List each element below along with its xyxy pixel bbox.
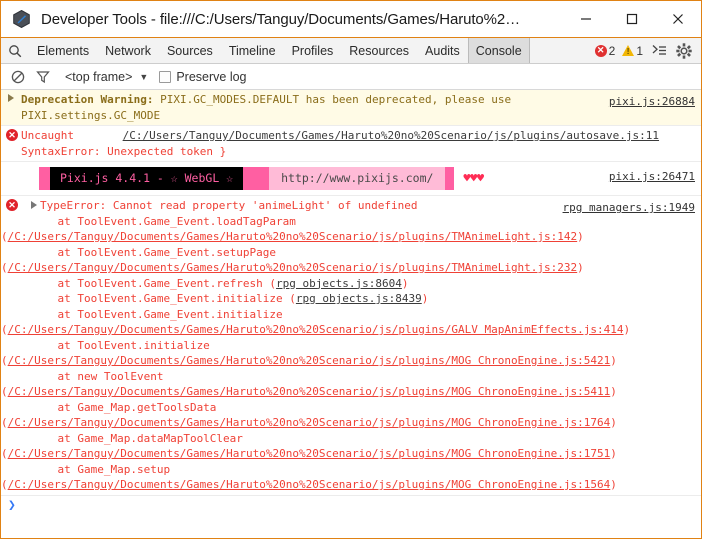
tab-audits[interactable]: Audits bbox=[417, 38, 468, 63]
tab-network[interactable]: Network bbox=[97, 38, 159, 63]
stack-frame-function: at ToolEvent.Game_Event.refresh bbox=[31, 276, 270, 290]
preserve-log-checkbox[interactable] bbox=[159, 70, 172, 83]
stack-frame: at ToolEvent.Game_Event.loadTagParam bbox=[31, 214, 695, 230]
stack-frame-path-line: (/C:/Users/Tanguy/Documents/Games/Haruto… bbox=[1, 385, 617, 398]
prompt-caret-icon: ❯ bbox=[8, 497, 16, 513]
source-link[interactable]: pixi.js:26884 bbox=[609, 94, 695, 110]
banner-pink-left bbox=[39, 167, 50, 190]
warning-count-badge[interactable]: 1 bbox=[620, 44, 645, 58]
console-filter-bar: <top frame> ▼ Preserve log bbox=[1, 64, 701, 90]
error-count-badge[interactable]: ✕ 2 bbox=[593, 44, 618, 58]
stack-frame-link[interactable]: /C:/Users/Tanguy/Documents/Games/Haruto%… bbox=[8, 230, 578, 243]
stack-frame-function: at ToolEvent.Game_Event.initialize bbox=[31, 292, 290, 305]
stack-frame-function: at ToolEvent.Game_Event.setupPage bbox=[31, 245, 277, 259]
banner-url-text: http://www.pixijs.com/ bbox=[269, 167, 446, 190]
maximize-button[interactable] bbox=[609, 1, 655, 37]
pixi-banner: Pixi.js 4.4.1 - ☆ WebGL ☆ http://www.pix… bbox=[39, 167, 695, 190]
error-detail-line: SyntaxError: Unexpected token } bbox=[21, 144, 227, 158]
banner-hearts-icon: ♥♥♥ bbox=[463, 170, 484, 185]
devtools-window: Developer Tools - file:///C:/Users/Tangu… bbox=[0, 0, 702, 539]
stack-frame-path-line: (/C:/Users/Tanguy/Documents/Games/Haruto… bbox=[1, 354, 617, 367]
stack-frame-path-line: (/C:/Users/Tanguy/Documents/Games/Haruto… bbox=[1, 478, 617, 491]
stack-frame: at ToolEvent.initialize bbox=[31, 338, 695, 354]
error-label: Uncaught bbox=[21, 129, 74, 142]
stack-frame-link[interactable]: /C:/Users/Tanguy/Documents/Games/Haruto%… bbox=[8, 323, 624, 336]
banner-version-text: Pixi.js 4.4.1 - ☆ WebGL ☆ bbox=[50, 167, 244, 190]
tab-console[interactable]: Console bbox=[467, 38, 530, 63]
stack-frame: at new ToolEvent bbox=[31, 369, 695, 385]
chevron-down-icon[interactable]: ▼ bbox=[139, 72, 148, 82]
stack-frame: at Game_Map.dataMapToolClear bbox=[31, 431, 695, 447]
stack-frame-function: at Game_Map.getToolsData bbox=[31, 400, 217, 414]
window-title: Developer Tools - file:///C:/Users/Tangu… bbox=[41, 10, 521, 28]
error-source-link[interactable]: /C:/Users/Tanguy/Documents/Games/Haruto%… bbox=[123, 129, 659, 142]
title-bar: Developer Tools - file:///C:/Users/Tangu… bbox=[1, 1, 701, 38]
filter-icon[interactable] bbox=[32, 66, 54, 88]
tab-profiles[interactable]: Profiles bbox=[284, 38, 342, 63]
tab-timeline[interactable]: Timeline bbox=[221, 38, 284, 63]
stack-frame-link[interactable]: /C:/Users/Tanguy/Documents/Games/Haruto%… bbox=[8, 385, 611, 398]
stack-frame-link[interactable]: rpg objects.js:8604 bbox=[276, 277, 402, 290]
window-controls bbox=[563, 1, 701, 37]
stack-frame: at Game_Map.getToolsData bbox=[31, 400, 695, 416]
banner-pink-middle bbox=[243, 167, 270, 190]
warning-text: PIXI.GC_MODES.DEFAULT has been deprecate… bbox=[153, 93, 512, 106]
devtools-app-icon bbox=[13, 10, 30, 28]
source-link[interactable]: pixi.js:26471 bbox=[609, 169, 695, 185]
console-message-warning[interactable]: Deprecation Warning: PIXI.GC_MODES.DEFAU… bbox=[1, 90, 701, 126]
stack-frame: at ToolEvent.Game_Event.setupPage bbox=[31, 245, 695, 261]
stack-frame-function: at ToolEvent.Game_Event.loadTagParam bbox=[31, 214, 296, 228]
error-count-value: 2 bbox=[608, 43, 616, 58]
stack-frame-link[interactable]: /C:/Users/Tanguy/Documents/Games/Haruto%… bbox=[8, 354, 611, 367]
stack-frame-path-line: (/C:/Users/Tanguy/Documents/Games/Haruto… bbox=[1, 323, 631, 336]
stack-frame-link[interactable]: /C:/Users/Tanguy/Documents/Games/Haruto%… bbox=[8, 478, 611, 491]
stack-frame-link[interactable]: /C:/Users/Tanguy/Documents/Games/Haruto%… bbox=[8, 416, 611, 429]
stack-frame-path-line: (/C:/Users/Tanguy/Documents/Games/Haruto… bbox=[1, 416, 617, 429]
preserve-log-toggle[interactable]: Preserve log bbox=[159, 69, 247, 84]
expand-arrow-icon[interactable] bbox=[31, 201, 37, 209]
stack-frame-function: at new ToolEvent bbox=[31, 369, 164, 383]
stack-frame: at ToolEvent.Game_Event.initialize (rpg … bbox=[31, 292, 429, 305]
stack-frame-function: at ToolEvent.initialize bbox=[31, 338, 210, 352]
error-headline: TypeError: Cannot read property 'animeLi… bbox=[40, 199, 418, 212]
tab-strip-status: ✕ 2 1 bbox=[593, 38, 701, 63]
toggle-drawer-icon[interactable] bbox=[648, 40, 670, 62]
devtools-tab-strip: Elements Network Sources Timeline Profil… bbox=[1, 38, 701, 64]
tab-sources[interactable]: Sources bbox=[159, 38, 221, 63]
stack-frame-path-line: (/C:/Users/Tanguy/Documents/Games/Haruto… bbox=[1, 230, 584, 243]
console-message-pixi-banner[interactable]: pixi.js:26471 Pixi.js 4.4.1 - ☆ WebGL ☆ … bbox=[1, 162, 701, 196]
tab-resources[interactable]: Resources bbox=[341, 38, 417, 63]
minimize-button[interactable] bbox=[563, 1, 609, 37]
execution-context-label[interactable]: <top frame> bbox=[65, 70, 132, 84]
stack-frame: at ToolEvent.Game_Event.refresh (rpg obj… bbox=[31, 276, 409, 290]
warning-bold-prefix: Deprecation Warning: bbox=[21, 93, 154, 106]
preserve-log-label: Preserve log bbox=[176, 69, 247, 84]
close-button[interactable] bbox=[655, 1, 701, 37]
warning-text-line2: PIXI.settings.GC_MODE bbox=[21, 108, 161, 122]
tab-elements[interactable]: Elements bbox=[29, 38, 97, 63]
stack-frame-function: at Game_Map.setup bbox=[31, 462, 171, 476]
stack-frame-path-line: (/C:/Users/Tanguy/Documents/Games/Haruto… bbox=[1, 261, 584, 274]
tab-list: Elements Network Sources Timeline Profil… bbox=[29, 38, 593, 63]
stack-frame-function: at ToolEvent.Game_Event.initialize bbox=[31, 307, 283, 321]
source-link[interactable]: rpg managers.js:1949 bbox=[563, 200, 695, 216]
stack-frame-function: at Game_Map.dataMapToolClear bbox=[31, 431, 243, 445]
stack-frame-path-line: (/C:/Users/Tanguy/Documents/Games/Haruto… bbox=[1, 447, 617, 460]
stack-frame-link[interactable]: /C:/Users/Tanguy/Documents/Games/Haruto%… bbox=[8, 261, 578, 274]
console-message-list[interactable]: Deprecation Warning: PIXI.GC_MODES.DEFAU… bbox=[1, 90, 701, 538]
gear-icon[interactable] bbox=[673, 40, 695, 62]
warning-count-value: 1 bbox=[636, 43, 643, 58]
banner-pink-right bbox=[445, 167, 455, 190]
error-icon: ✕ bbox=[594, 44, 607, 57]
console-prompt[interactable]: ❯ bbox=[1, 496, 701, 514]
stack-frame-link[interactable]: /C:/Users/Tanguy/Documents/Games/Haruto%… bbox=[8, 447, 611, 460]
console-message-error-uncaught[interactable]: ✕ Uncaught /C:/Users/Tanguy/Documents/Ga… bbox=[1, 126, 701, 162]
warning-icon bbox=[622, 45, 635, 56]
console-message-error-stack[interactable]: ✕ TypeError: Cannot read property 'anime… bbox=[1, 196, 701, 496]
search-icon[interactable] bbox=[1, 38, 29, 63]
stack-frame: at Game_Map.setup bbox=[31, 462, 695, 478]
clear-console-icon[interactable] bbox=[7, 66, 29, 88]
stack-frame: at ToolEvent.Game_Event.initialize bbox=[31, 307, 695, 323]
stack-frame-link[interactable]: rpg objects.js:8439 bbox=[296, 292, 422, 305]
